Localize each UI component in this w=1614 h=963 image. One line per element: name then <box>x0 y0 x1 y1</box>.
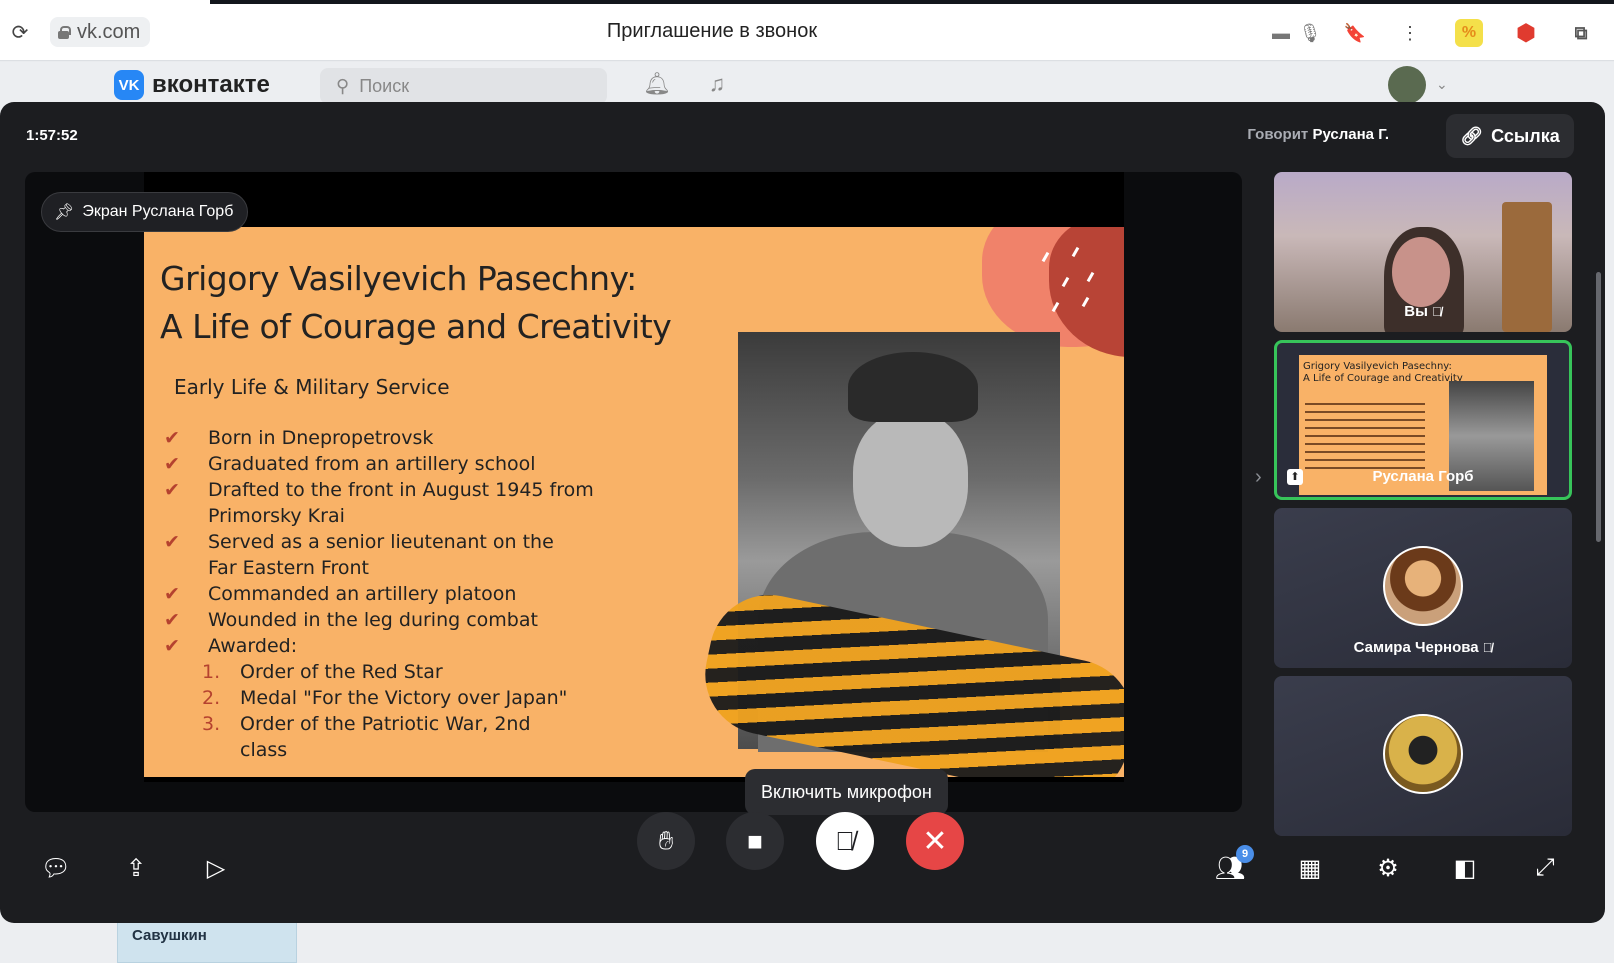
link-icon: 🔗︎ <box>1460 125 1484 146</box>
minimize-window-icon[interactable]: ◧ <box>1449 852 1481 884</box>
fullscreen-icon[interactable]: ⤢ <box>1529 852 1561 884</box>
music-icon[interactable]: ♫ <box>703 70 731 98</box>
notifications-bell-icon[interactable]: 🔔︎ <box>643 70 671 98</box>
chevron-down-icon[interactable]: ⌄ <box>1436 76 1448 93</box>
vk-logo[interactable]: VK вконтакте <box>114 70 270 100</box>
pinned-screen-chip[interactable]: 📌︎ Экран Руслана Горб <box>41 192 249 232</box>
microphone-button[interactable]: 🎙̸ <box>816 812 874 870</box>
search-placeholder: Поиск <box>359 75 410 96</box>
promo-card[interactable]: Савушкин <box>117 922 297 963</box>
shared-screen: Grigory Vasilyevich Pasechny: A Life of … <box>144 172 1124 782</box>
award-item: class <box>240 739 288 761</box>
pinned-screen-label: Экран Руслана Горб <box>82 203 234 220</box>
chevron-right-icon[interactable]: › <box>1255 466 1262 489</box>
participants-count-badge: 9 <box>1236 845 1254 863</box>
thumbnail-title: Grigory Vasilyevich Pasechny: A Life of … <box>1303 361 1463 384</box>
list-item: ✔ Wounded in the leg during combat <box>164 609 538 631</box>
vk-logo-text: вконтакте <box>152 71 270 98</box>
award-item: 3. Order of the Patriotic War, 2nd <box>202 713 531 735</box>
slide-title: Grigory Vasilyevich Pasechny: A Life of … <box>160 255 672 351</box>
microphone-icon[interactable]: 🎙 <box>1298 21 1322 45</box>
slide-subtitle: Early Life & Military Service <box>174 375 450 399</box>
grid-view-icon[interactable]: ▦ <box>1294 852 1326 884</box>
list-item: Far Eastern Front <box>208 557 369 579</box>
end-call-button[interactable]: ✕ <box>906 812 964 870</box>
screen-share-stage[interactable]: Grigory Vasilyevich Pasechny: A Life of … <box>25 172 1242 812</box>
participant-tile-self[interactable]: Вы 🎙̸ <box>1274 172 1572 332</box>
participants-scrollbar[interactable] <box>1596 272 1601 542</box>
more-icon[interactable]: ⋮ <box>1398 21 1422 45</box>
participant-name: Руслана Горб <box>1372 468 1474 485</box>
share-screen-icon[interactable]: ⇪ <box>120 852 152 884</box>
slide-title-line2: A Life of Courage and Creativity <box>160 307 672 346</box>
list-item: Primorsky Krai <box>208 505 345 527</box>
list-item: ✔ Awarded: <box>164 635 298 657</box>
unmute-tooltip: Включить микрофон <box>745 769 948 823</box>
chat-icon[interactable]: 💬︎ <box>40 852 72 884</box>
copy-link-button[interactable]: 🔗︎ Ссылка <box>1446 114 1574 158</box>
bookmark-icon[interactable]: 🔖 <box>1343 21 1367 45</box>
hand-icon: ✋︎ <box>658 825 674 855</box>
award-item: 1. Order of the Red Star <box>202 661 443 683</box>
vk-search-input[interactable]: ⚲ Поиск <box>320 68 607 104</box>
speaking-label: Говорит <box>1247 126 1309 143</box>
photo-cap <box>848 352 978 422</box>
close-icon: ✕ <box>922 824 948 858</box>
list-item: ✔ Born in Dnepropetrovsk <box>164 427 434 449</box>
video-camera-icon: ■ <box>747 825 763 856</box>
speaking-indicator: Говорит Руслана Г. <box>1247 126 1389 143</box>
list-item: ✔ Drafted to the front in August 1945 fro… <box>164 479 594 501</box>
participant-name: Самира Чернова 🎙̸ <box>1353 639 1493 656</box>
slide-bullet-list: ✔ Born in Dnepropetrovsk ✔ Graduated from … <box>164 425 684 763</box>
page-title: Приглашение в звонок <box>606 20 818 42</box>
shield-extension-icon[interactable]: ⬢ <box>1512 19 1540 47</box>
camera-button[interactable]: ■ <box>726 812 784 870</box>
vk-logo-mark: VK <box>114 70 144 100</box>
list-item: ✔ Graduated from an artillery school <box>164 453 536 475</box>
mic-off-icon: 🎙̸ <box>1482 640 1493 655</box>
gear-icon[interactable]: ⚙ <box>1372 852 1404 884</box>
browser-toolbar: ⟳ vk.com Приглашение в звонок ▬ 🎙 🔖 ⋮ % … <box>0 4 1614 61</box>
link-label: Ссылка <box>1491 125 1560 146</box>
award-item: 2. Medal "For the Victory over Japan" <box>202 687 568 709</box>
record-icon[interactable]: ▷ <box>200 852 232 884</box>
mic-off-icon: 🎙̸ <box>1431 304 1442 319</box>
participant-tile-presenter[interactable]: Grigory Vasilyevich Pasechny: A Life of … <box>1274 340 1572 500</box>
pin-icon: 📌︎ <box>54 204 75 221</box>
participant-tile[interactable]: Самира Чернова 🎙̸ <box>1274 508 1572 668</box>
call-timer: 1:57:52 <box>26 127 78 144</box>
extensions-icon[interactable]: ⧉ <box>1567 19 1595 47</box>
speaking-name: Руслана Г. <box>1312 126 1389 143</box>
user-avatar[interactable] <box>1388 66 1426 104</box>
list-item: ✔ Served as a senior lieutenant on the <box>164 531 554 553</box>
slide-title-line1: Grigory Vasilyevich Pasechny: <box>160 259 637 298</box>
raise-hand-button[interactable]: ✋︎ <box>637 812 695 870</box>
photo-face <box>853 412 968 547</box>
video-head <box>1392 237 1450 307</box>
avatar <box>1383 714 1463 794</box>
avatar <box>1383 546 1463 626</box>
discount-extension-icon[interactable]: % <box>1455 19 1483 47</box>
search-icon: ⚲ <box>336 75 350 96</box>
list-item: ✔ Commanded an artillery platoon <box>164 583 517 605</box>
thumbnail-lines <box>1305 403 1425 405</box>
mic-off-icon: 🎙̸ <box>835 825 855 856</box>
camera-icon[interactable]: ▬ <box>1269 21 1293 45</box>
participant-name: Вы 🎙̸ <box>1404 303 1442 320</box>
presentation-slide: Grigory Vasilyevich Pasechny: A Life of … <box>144 227 1124 777</box>
participant-tile[interactable] <box>1274 676 1572 836</box>
